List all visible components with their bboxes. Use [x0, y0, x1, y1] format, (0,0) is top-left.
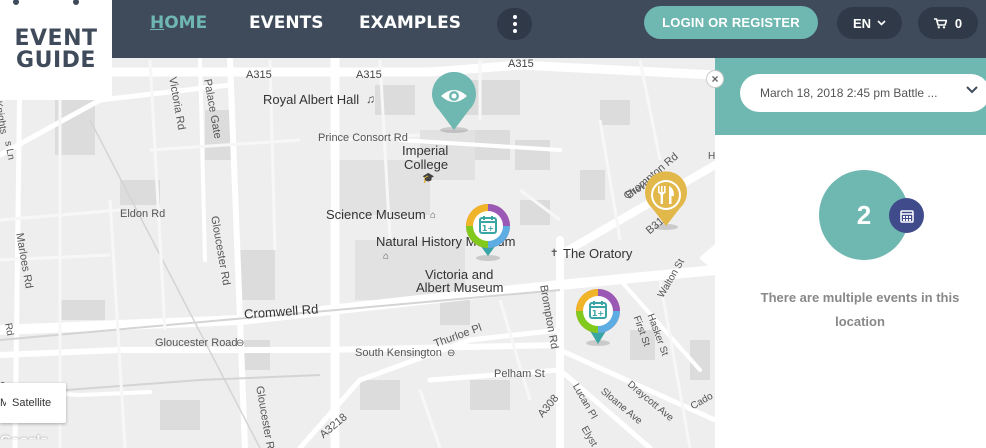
nav-home[interactable]: HOME: [150, 12, 207, 34]
underground-icon: ⊖: [447, 348, 456, 359]
calendar-icon: 1+: [479, 216, 497, 234]
map-marker-eye[interactable]: [429, 71, 479, 134]
event-select-value: March 18, 2018 2:45 pm Battle ...: [760, 86, 938, 100]
event-info-panel: March 18, 2018 2:45 pm Battle ... 2 Ther…: [715, 58, 986, 448]
event-guide-logo[interactable]: EVENT GUIDE: [0, 0, 112, 100]
event-count: 2: [856, 199, 872, 230]
svg-text:1+: 1+: [482, 224, 494, 233]
cart-icon: [933, 17, 947, 28]
music-icon: ♫: [366, 92, 375, 106]
museum-icon: ⌂: [430, 210, 437, 221]
close-panel-button[interactable]: ×: [706, 70, 724, 88]
logo-line-1: EVENT: [14, 26, 98, 51]
underground-icon: ⊖: [236, 338, 245, 349]
calendar-icon: 1+: [589, 301, 607, 319]
language-label: EN: [852, 15, 872, 31]
top-nav-bar: HOME EVENTS EXAMPLES LOGIN OR REGISTER E…: [0, 0, 986, 58]
map-label-gloucester-road: Gloucester Road: [155, 337, 238, 349]
cart-count: 0: [954, 15, 963, 31]
map-type-satellite-button[interactable]: Satellite: [6, 397, 51, 409]
login-register-button[interactable]: LOGIN OR REGISTER: [644, 6, 818, 39]
map-marker-calendar[interactable]: 1+: [573, 286, 623, 348]
nav-events[interactable]: EVENTS: [249, 12, 323, 34]
map-label-royal-albert-hall: Royal Albert Hall: [263, 92, 360, 107]
svg-text:1+: 1+: [592, 309, 604, 318]
vertical-dots-icon: [512, 14, 517, 35]
chevron-down-icon: [877, 20, 886, 26]
language-selector[interactable]: EN: [837, 7, 902, 39]
nav-examples[interactable]: EXAMPLES: [359, 12, 461, 34]
map-label-the-oratory: The Oratory: [563, 246, 633, 261]
map-type-control: Map Satellite: [0, 383, 66, 423]
map-marker-calendar[interactable]: 1+: [463, 201, 513, 263]
panel-pointer: [699, 244, 715, 272]
map-label-prince-consort-rd: Prince Consort Rd: [318, 132, 408, 144]
panel-header: March 18, 2018 2:45 pm Battle ...: [715, 58, 986, 135]
event-select-dropdown[interactable]: March 18, 2018 2:45 pm Battle ...: [740, 74, 986, 112]
logo-line-2: GUIDE: [16, 48, 96, 73]
map-label-a315: A315: [246, 69, 272, 81]
multiple-events-message: There are multiple events in this locati…: [760, 290, 960, 329]
map-label-college: College: [404, 157, 449, 172]
calendar-badge: [889, 198, 924, 233]
map-label-science-museum: Science Museum: [326, 207, 426, 222]
map-label-a315: A315: [356, 69, 382, 81]
cart-button[interactable]: 0: [918, 7, 978, 39]
map-label-south-kensington: South Kensington: [355, 347, 442, 359]
museum-icon: ⌂: [383, 251, 390, 262]
church-icon: ✝: [550, 248, 559, 259]
map-label-imperial: Imperial: [402, 143, 449, 158]
map-label-a315: A315: [508, 58, 534, 70]
map-label-pelham-st: Pelham St: [494, 368, 545, 380]
chevron-down-icon: [966, 86, 978, 94]
map-marker-restaurant[interactable]: [641, 170, 691, 232]
map-label-eldon-rd: Eldon Rd: [120, 208, 166, 220]
school-icon: 🎓: [422, 173, 435, 184]
logo-pins-decoration: [13, 0, 79, 5]
map-label-albert-museum: Albert Museum: [416, 280, 504, 295]
calendar-icon: [899, 209, 914, 223]
more-menu-button[interactable]: [497, 8, 532, 40]
map-label-rd: Rd: [2, 322, 16, 337]
